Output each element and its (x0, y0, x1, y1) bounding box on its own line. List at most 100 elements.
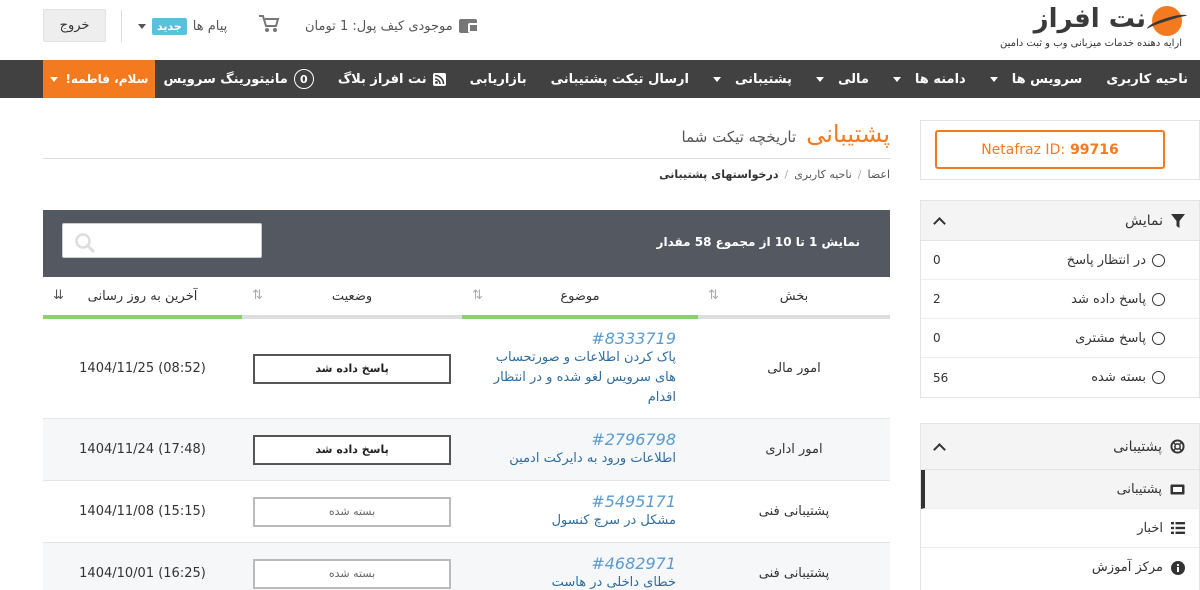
ticket-department: امور اداری (765, 442, 823, 457)
sort-icon: ⇅ (708, 288, 719, 303)
filter-panel-title: نمایش (1124, 212, 1163, 229)
table-row[interactable]: امور مالی #8333719 پاک کردن اطلاعات و صو… (43, 319, 890, 419)
nav-domains[interactable]: دامنه ها (881, 60, 978, 98)
user-greeting-menu[interactable]: سلام، فاطمه! (43, 60, 155, 98)
table-header: بخش ⇅ موضوع ⇅ وضعیت ⇅ آخرین به روز رسانی… (43, 277, 890, 319)
ticket-last-updated: 1404/11/25 (08:52) (79, 361, 206, 376)
nav-label: مانیتورینگ سرویس (163, 71, 288, 87)
sort-icon: ⇅ (472, 288, 483, 303)
nav-label: ارسال تیکت پشتیبانی (550, 71, 689, 87)
chevron-up-icon[interactable] (933, 216, 946, 230)
wallet-icon (458, 19, 479, 33)
chevron-down-icon (815, 76, 824, 82)
list-icon (1171, 522, 1185, 534)
radio-icon[interactable] (1152, 292, 1165, 306)
planet-logo-icon (1152, 6, 1182, 36)
ticket-subject[interactable]: خطای داخلی در هاست (484, 573, 676, 590)
table-row[interactable]: امور اداری #2796798 اطلاعات ورود به دایر… (43, 419, 890, 481)
sidebar-item-support[interactable]: پشتیبانی (921, 470, 1199, 509)
table-row[interactable]: پشتیبانی فنی #5495171 مشکل در سرچ کنسول … (43, 481, 890, 543)
support-panel-title: پشتیبانی (1113, 438, 1162, 455)
ticket-subject[interactable]: پاک کردن اطلاعات و صورتحساب های سرویس لغ… (484, 348, 676, 408)
chevron-down-icon (892, 76, 901, 82)
radio-icon[interactable] (1152, 371, 1165, 384)
filter-closed[interactable]: بسته شده 56 (921, 358, 1199, 397)
table-row[interactable]: پشتیبانی فنی #4682971 خطای داخلی در هاست… (43, 543, 890, 590)
ticket-id[interactable]: #2796798 (484, 430, 676, 449)
radio-icon[interactable] (1152, 331, 1165, 345)
tickets-table: امور مالی #8333719 پاک کردن اطلاعات و صو… (43, 319, 890, 590)
ticket-id[interactable]: #5495171 (484, 492, 676, 511)
filter-panel-header[interactable]: نمایش (921, 201, 1199, 241)
column-label: موضوع (560, 288, 600, 304)
ticket-subject[interactable]: مشکل در سرچ کنسول (484, 511, 676, 531)
column-label: بخش (779, 288, 809, 304)
filter-panel: نمایش در انتظار پاسخ 0 پاسخ داده شد 2 پا… (920, 200, 1200, 398)
chevron-down-icon (138, 23, 146, 29)
nav-services[interactable]: سرویس ها (978, 60, 1095, 98)
nav-label: بازاریابی (469, 71, 527, 87)
page-title: پشتیبانی تاریخچه تیکت شما (682, 120, 890, 156)
table-search-input[interactable] (62, 223, 262, 258)
support-panel-header[interactable]: پشتیبانی (921, 424, 1199, 470)
breadcrumb-item[interactable]: اعضا (867, 168, 890, 181)
breadcrumb-item[interactable]: ناحیه کاربری (794, 168, 852, 181)
filter-label: پاسخ داده شد (1071, 291, 1146, 307)
nav-blog[interactable]: نت افراز بلاگ (326, 60, 458, 98)
sidebar-item-news[interactable]: اخبار (921, 509, 1199, 548)
filter-label: در انتظار پاسخ (1066, 252, 1146, 268)
ticket-icon (1170, 484, 1185, 494)
rss-icon (432, 72, 446, 86)
ticket-id[interactable]: #8333719 (484, 329, 676, 348)
filter-awaiting-reply[interactable]: در انتظار پاسخ 0 (921, 241, 1199, 280)
monitoring-count-badge: 0 (293, 69, 314, 89)
nav-label: مالی (837, 71, 869, 87)
nav-user-area[interactable]: ناحیه کاربری (1094, 60, 1200, 98)
breadcrumb-current: درخواستهای پشتیبانی (659, 168, 779, 181)
nav-label: دامنه ها (914, 71, 966, 87)
cart-icon[interactable] (258, 14, 280, 34)
filter-count: 0 (933, 331, 941, 345)
nav-affiliates[interactable]: بازاریابی (458, 60, 539, 98)
chevron-down-icon (712, 76, 721, 82)
nav-billing[interactable]: مالی (804, 60, 881, 98)
logo[interactable]: نت افراز ارایه دهنده خدمات میزبانی وب و … (1000, 4, 1182, 56)
search-icon (75, 233, 96, 254)
divider (43, 158, 890, 159)
logout-button[interactable]: خروج (43, 9, 106, 42)
filter-answered[interactable]: پاسخ داده شد 2 (921, 280, 1199, 319)
nav-support[interactable]: پشتیبانی (701, 60, 804, 98)
ticket-subject[interactable]: اطلاعات ورود به دایرکت ادمین (484, 449, 676, 469)
column-header-department[interactable]: بخش ⇅ (698, 277, 890, 319)
filter-count: 56 (933, 370, 949, 385)
chevron-up-icon[interactable] (933, 442, 946, 456)
column-header-last-updated[interactable]: آخرین به روز رسانی ⇊ (43, 277, 242, 319)
info-icon (1171, 560, 1185, 575)
sidebar-item-label: اخبار (1137, 520, 1163, 536)
table-toolbar: نمایش 1 تا 10 از مجموع 58 مقدار (43, 210, 890, 277)
nav-monitoring[interactable]: 0 مانیتورینگ سرویس (152, 60, 326, 98)
filter-label: پاسخ مشتری (1075, 330, 1146, 346)
status-badge: پاسخ داده شد (253, 434, 451, 465)
messages-menu[interactable]: پیام ها جدید (138, 14, 227, 38)
filter-customer-reply[interactable]: پاسخ مشتری 0 (921, 319, 1199, 358)
ticket-department: امور مالی (767, 361, 821, 376)
column-header-status[interactable]: وضعیت ⇅ (242, 277, 462, 319)
breadcrumb: اعضا / ناحیه کاربری / درخواستهای پشتیبان… (659, 168, 890, 181)
sidebar-item-knowledgebase[interactable]: مرکز آموزش (921, 548, 1199, 587)
nav-open-ticket[interactable]: ارسال تیکت پشتیبانی (539, 60, 701, 98)
status-badge: بسته شده (253, 558, 451, 589)
sidebar-item-label: مرکز آموزش (1091, 560, 1163, 575)
new-messages-badge: جدید (152, 17, 187, 35)
column-header-subject[interactable]: موضوع ⇅ (462, 277, 698, 319)
ticket-last-updated: 1404/11/08 (15:15) (79, 504, 206, 519)
radio-icon[interactable] (1152, 253, 1165, 267)
table-info: نمایش 1 تا 10 از مجموع 58 مقدار (656, 235, 860, 249)
nav-label: نت افراز بلاگ (337, 71, 427, 87)
divider (121, 10, 122, 42)
ticket-id[interactable]: #4682971 (484, 554, 676, 573)
nav-label: سرویس ها (1011, 71, 1083, 87)
wallet-balance[interactable]: موجودی کیف پول: 1 تومان (305, 15, 479, 37)
brand-name: نت افراز (1033, 4, 1147, 34)
ticket-last-updated: 1404/10/01 (16:25) (79, 566, 206, 581)
